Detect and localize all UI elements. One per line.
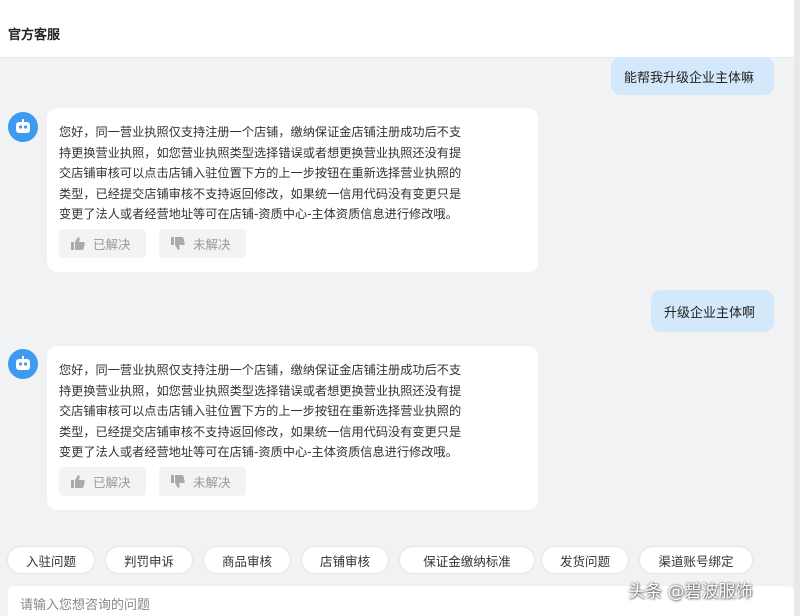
user-message-text: 能帮我升级企业主体嘛 xyxy=(624,70,755,86)
unsolved-button[interactable]: 未解决 xyxy=(159,229,246,258)
quick-question-chip[interactable]: 入驻问题 xyxy=(7,546,95,574)
thumbs-down-icon xyxy=(171,475,185,488)
bot-message-line: 变更了法人或者经营地址等可在店铺-资质中心-主体资质信息进行修改哦。 xyxy=(59,445,458,459)
quick-question-chip[interactable]: 渠道账号绑定 xyxy=(639,546,753,574)
user-message-text: 升级企业主体啊 xyxy=(664,305,756,321)
bot-message-line: 持更换营业执照，如您营业执照类型选择错误或者想更换营业执照还没有提 xyxy=(59,383,462,398)
bot-message-text: 您好，同一营业执照仅支持注册一个店铺，缴纳保证金店铺注册成功后不支 持更换营业执… xyxy=(59,122,527,225)
message-input[interactable] xyxy=(20,598,620,613)
bot-message-card: 您好，同一营业执照仅支持注册一个店铺，缴纳保证金店铺注册成功后不支 持更换营业执… xyxy=(47,346,538,510)
bot-avatar xyxy=(8,112,38,142)
bot-message-line: 持更换营业执照，如您营业执照类型选择错误或者想更换营业执照还没有提 xyxy=(59,145,462,160)
bot-avatar xyxy=(8,349,38,379)
solved-label: 已解决 xyxy=(93,475,131,490)
bot-message-text: 您好，同一营业执照仅支持注册一个店铺，缴纳保证金店铺注册成功后不支 持更换营业执… xyxy=(59,360,527,463)
bot-message-line: 您好，同一营业执照仅支持注册一个店铺，缴纳保证金店铺注册成功后不支 xyxy=(59,125,462,139)
bot-message-line: 变更了法人或者经营地址等可在店铺-资质中心-主体资质信息进行修改哦。 xyxy=(59,207,458,221)
unsolved-label: 未解决 xyxy=(193,237,231,252)
user-message-bubble: 升级企业主体啊 xyxy=(651,290,774,332)
page-title: 官方客服 xyxy=(8,28,61,43)
bot-message-line: 类型，已经提交店铺审核不支持返回修改，如果统一信用代码没有变更只是 xyxy=(59,424,462,439)
unsolved-button[interactable]: 未解决 xyxy=(159,467,246,496)
robot-icon xyxy=(16,119,30,133)
solved-button[interactable]: 已解决 xyxy=(59,229,146,258)
thumbs-up-icon xyxy=(71,475,85,488)
thumbs-down-icon xyxy=(171,237,185,250)
quick-question-chip[interactable]: 商品审核 xyxy=(203,546,291,574)
solved-button[interactable]: 已解决 xyxy=(59,467,146,496)
bot-message-line: 交店铺审核可以点击店铺入驻位置下方的上一步按钮在重新选择营业执照的 xyxy=(59,166,462,180)
scrollbar[interactable] xyxy=(794,0,800,616)
quick-question-chip[interactable]: 店铺审核 xyxy=(301,546,389,574)
solved-label: 已解决 xyxy=(93,237,131,252)
bot-message-card: 您好，同一营业执照仅支持注册一个店铺，缴纳保证金店铺注册成功后不支 持更换营业执… xyxy=(47,108,538,272)
watermark: 头条 @碧波服饰 xyxy=(628,582,753,602)
bot-message-line: 类型，已经提交店铺审核不支持返回修改，如果统一信用代码没有变更只是 xyxy=(59,186,462,201)
quick-question-chip[interactable]: 保证金缴纳标准 xyxy=(399,546,535,574)
quick-question-chip[interactable]: 发货问题 xyxy=(541,546,629,574)
user-message-bubble: 能帮我升级企业主体嘛 xyxy=(611,57,774,95)
bot-message-line: 您好，同一营业执照仅支持注册一个店铺，缴纳保证金店铺注册成功后不支 xyxy=(59,363,462,377)
unsolved-label: 未解决 xyxy=(193,475,231,490)
quick-question-chip[interactable]: 判罚申诉 xyxy=(105,546,193,574)
thumbs-up-icon xyxy=(71,237,85,250)
chat-header: 官方客服 xyxy=(0,0,794,58)
robot-icon xyxy=(16,356,30,370)
bot-message-line: 交店铺审核可以点击店铺入驻位置下方的上一步按钮在重新选择营业执照的 xyxy=(59,404,462,418)
